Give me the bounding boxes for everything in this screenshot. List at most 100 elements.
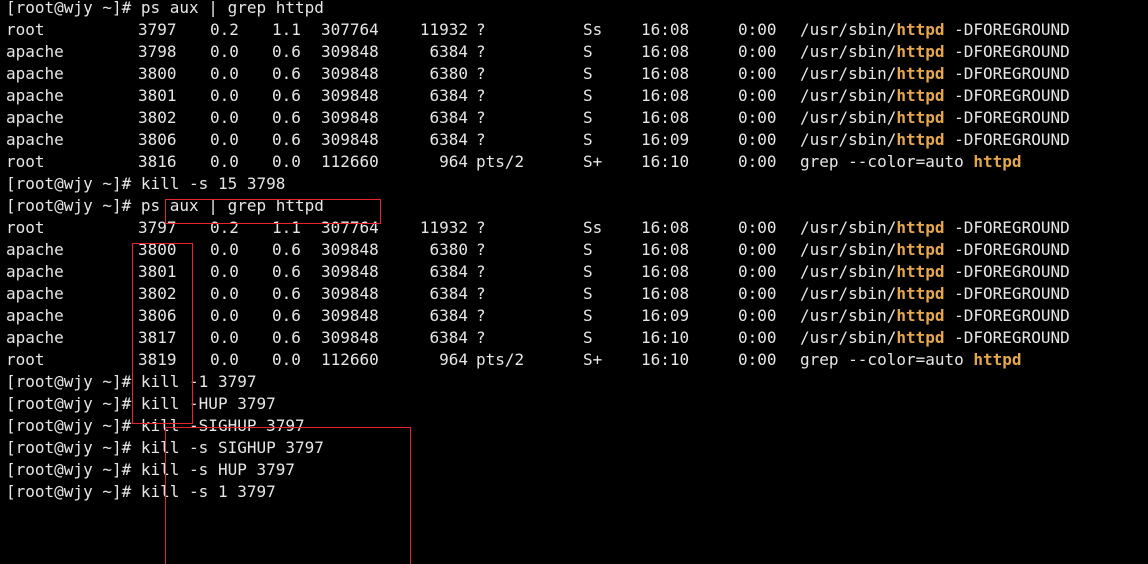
process-tty: ? xyxy=(476,218,486,237)
process-cpu: 0.0 xyxy=(210,240,239,259)
process-pid: 3816 xyxy=(138,152,177,171)
process-rss: 6384 xyxy=(429,328,468,347)
prompt-line: [root@wjy ~]# kill -s 15 3798 xyxy=(0,173,1148,195)
process-stat: S xyxy=(583,306,593,325)
process-tty: ? xyxy=(476,284,486,303)
process-stat: S xyxy=(583,64,593,83)
process-vsz: 309848 xyxy=(321,42,379,61)
process-command: /usr/sbin/httpd -DFOREGROUND xyxy=(800,129,1070,151)
process-vsz: 309848 xyxy=(321,284,379,303)
process-mem: 0.0 xyxy=(272,350,301,369)
process-pid: 3800 xyxy=(138,64,177,83)
process-user: root xyxy=(6,350,45,369)
process-start: 16:08 xyxy=(641,42,690,61)
process-command: /usr/sbin/httpd -DFOREGROUND xyxy=(800,305,1070,327)
process-vsz: 309848 xyxy=(321,86,379,105)
process-cpu: 0.0 xyxy=(210,64,239,83)
grep-match-highlight: httpd xyxy=(973,350,1022,369)
process-stat: S xyxy=(583,42,593,61)
process-row: root 3797 0.2 1.1 307764 11932? Ss 16:08 0:00/us… xyxy=(0,19,1148,41)
prompt-line-content: [root@wjy ~]# kill -s 15 3798 xyxy=(6,173,285,195)
command-args: -DFOREGROUND xyxy=(944,218,1070,237)
command-path: grep --color=auto xyxy=(800,350,974,369)
process-rss: 11932 xyxy=(419,20,468,39)
process-row: apache 3806 0.0 0.6 309848 6384? S 16:09 0:00/us… xyxy=(0,129,1148,151)
grep-match-highlight: httpd xyxy=(896,130,945,149)
process-tty: pts/2 xyxy=(476,350,525,369)
process-row: apache 3800 0.0 0.6 309848 6380? S 16:08 0:00/us… xyxy=(0,63,1148,85)
shell-prompt: [root@wjy ~]# xyxy=(6,460,132,479)
process-rss: 6384 xyxy=(429,130,468,149)
command-path: /usr/sbin/ xyxy=(800,130,897,149)
process-stat: Ss xyxy=(583,20,603,39)
process-time: 0:00 xyxy=(738,64,777,83)
command-args: -DFOREGROUND xyxy=(944,108,1070,127)
process-start: 16:08 xyxy=(641,20,690,39)
process-start: 16:08 xyxy=(641,284,690,303)
grep-match-highlight: httpd xyxy=(896,284,945,303)
process-cpu: 0.0 xyxy=(210,152,239,171)
command-path: grep --color=auto xyxy=(800,152,974,171)
process-stat: S xyxy=(583,240,593,259)
process-cpu: 0.0 xyxy=(210,350,239,369)
command-path: /usr/sbin/ xyxy=(800,64,897,83)
process-start: 16:08 xyxy=(641,108,690,127)
process-start: 16:10 xyxy=(641,152,690,171)
process-mem: 0.6 xyxy=(272,240,301,259)
process-command: /usr/sbin/httpd -DFOREGROUND xyxy=(800,217,1070,239)
process-mem: 0.6 xyxy=(272,262,301,281)
process-command: /usr/sbin/httpd -DFOREGROUND xyxy=(800,63,1070,85)
command-path: /usr/sbin/ xyxy=(800,328,897,347)
process-tty: pts/2 xyxy=(476,152,525,171)
prompt-line-content: [root@wjy ~]# ps aux | grep httpd xyxy=(6,0,324,19)
process-vsz: 112660 xyxy=(321,350,379,369)
grep-match-highlight: httpd xyxy=(896,306,945,325)
grep-match-highlight: httpd xyxy=(896,86,945,105)
process-start: 16:08 xyxy=(641,218,690,237)
process-start: 16:10 xyxy=(641,328,690,347)
process-rss: 6380 xyxy=(429,240,468,259)
process-cpu: 0.0 xyxy=(210,42,239,61)
process-mem: 0.0 xyxy=(272,152,301,171)
process-tty: ? xyxy=(476,86,486,105)
process-cpu: 0.0 xyxy=(210,328,239,347)
process-row: apache 3798 0.0 0.6 309848 6384? S 16:08 0:00/us… xyxy=(0,41,1148,63)
process-command: grep --color=auto httpd xyxy=(800,151,1022,173)
process-time: 0:00 xyxy=(738,152,777,171)
process-start: 16:08 xyxy=(641,240,690,259)
grep-match-highlight: httpd xyxy=(973,152,1022,171)
process-rss: 6380 xyxy=(429,64,468,83)
process-command: grep --color=auto httpd xyxy=(800,349,1022,371)
process-rss: 6384 xyxy=(429,262,468,281)
process-stat: S xyxy=(583,328,593,347)
process-user: root xyxy=(6,20,45,39)
process-start: 16:09 xyxy=(641,306,690,325)
process-cpu: 0.0 xyxy=(210,306,239,325)
process-rss: 11932 xyxy=(419,218,468,237)
process-stat: S+ xyxy=(583,152,603,171)
command-args: -DFOREGROUND xyxy=(944,328,1070,347)
process-vsz: 112660 xyxy=(321,152,379,171)
grep-match-highlight: httpd xyxy=(896,262,945,281)
command-text: ps aux | grep httpd xyxy=(140,0,324,17)
process-rss: 6384 xyxy=(429,86,468,105)
command-args: -DFOREGROUND xyxy=(944,130,1070,149)
process-stat: S xyxy=(583,130,593,149)
process-stat: Ss xyxy=(583,218,603,237)
process-time: 0:00 xyxy=(738,262,777,281)
process-pid: 3798 xyxy=(138,42,177,61)
process-user: apache xyxy=(6,64,64,83)
process-user: apache xyxy=(6,108,64,127)
process-rss: 6384 xyxy=(429,108,468,127)
command-path: /usr/sbin/ xyxy=(800,218,897,237)
process-vsz: 309848 xyxy=(321,262,379,281)
command-args: -DFOREGROUND xyxy=(944,20,1070,39)
process-start: 16:08 xyxy=(641,86,690,105)
terminal-window[interactable]: [root@wjy ~]# ps aux | grep httpd root 379… xyxy=(0,0,1148,564)
process-user: apache xyxy=(6,42,64,61)
process-vsz: 309848 xyxy=(321,240,379,259)
shell-prompt: [root@wjy ~]# xyxy=(6,174,132,193)
process-vsz: 309848 xyxy=(321,108,379,127)
process-row: apache 3801 0.0 0.6 309848 6384? S 16:08 0:00/us… xyxy=(0,85,1148,107)
process-tty: ? xyxy=(476,64,486,83)
